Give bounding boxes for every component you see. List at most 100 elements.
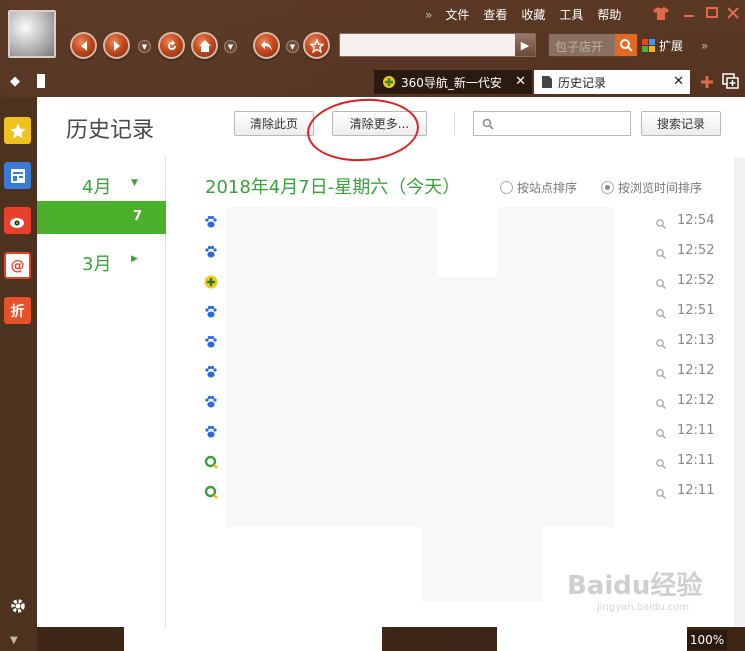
history-search-input[interactable]: [473, 111, 631, 136]
history-row[interactable]: 12:54: [197, 207, 717, 237]
search-icon[interactable]: [655, 245, 667, 259]
favorites-button[interactable]: [303, 32, 330, 59]
extensions-button[interactable]: 扩展 »: [642, 37, 708, 54]
search-icon[interactable]: [655, 455, 667, 469]
360-search-icon: [204, 454, 218, 469]
history-row[interactable]: 12:52: [197, 267, 717, 297]
toolbar-more-chevron-icon[interactable]: »: [701, 39, 708, 53]
home-icon: [198, 39, 211, 52]
weibo-icon[interactable]: [4, 207, 31, 234]
close-window-icon[interactable]: [724, 5, 742, 21]
month-march[interactable]: 3月 ▶: [37, 246, 166, 276]
tab-back-icon[interactable]: ◆: [10, 74, 20, 89]
history-row[interactable]: 12:51: [197, 297, 717, 327]
toolbar-divider: [454, 111, 455, 135]
forward-dropdown-icon[interactable]: ▼: [138, 40, 151, 53]
clear-more-button[interactable]: 清除更多...: [332, 111, 427, 136]
notes-icon[interactable]: [4, 162, 31, 189]
search-icon[interactable]: [655, 275, 667, 289]
history-row[interactable]: 12:11: [197, 447, 717, 477]
menu-item-view[interactable]: 查看: [476, 6, 514, 23]
undo-dropdown-icon[interactable]: ▼: [286, 40, 299, 53]
history-row[interactable]: 12:11: [197, 417, 717, 447]
favorites-star-icon[interactable]: [4, 117, 31, 144]
refresh-button[interactable]: [158, 32, 185, 59]
status-bar: 100%: [37, 627, 745, 651]
search-records-button[interactable]: 搜索记录: [641, 111, 721, 136]
back-button[interactable]: [70, 32, 97, 59]
tab-history[interactable]: 历史记录 ✕: [534, 70, 690, 94]
maximize-icon[interactable]: [703, 5, 721, 21]
watermark-sub: jingyan.baidu.com: [597, 602, 690, 613]
skin-shirt-icon[interactable]: [652, 5, 670, 21]
visit-time: 12:52: [677, 243, 715, 258]
clear-page-button[interactable]: 清除此页: [234, 111, 314, 136]
visit-time: 12:11: [677, 483, 715, 498]
baidu-paw-icon: [204, 304, 218, 318]
search-icon[interactable]: [655, 335, 667, 349]
watermark: Baidu经验 jingyan.baidu.com: [567, 565, 702, 613]
menu-item-help[interactable]: 帮助: [590, 6, 628, 23]
month-list: 4月 ▼ 7 3月 ▶: [37, 157, 166, 627]
baidu-paw-icon: [204, 364, 218, 378]
status-area: [124, 627, 382, 651]
left-sidebar: @ 折 ▼: [0, 97, 37, 651]
history-row[interactable]: 12:11: [197, 477, 717, 507]
home-dropdown-icon[interactable]: ▼: [224, 40, 237, 53]
day-item-7[interactable]: 7: [37, 201, 166, 234]
search-icon[interactable]: [615, 34, 637, 56]
tab-list-icon[interactable]: [722, 73, 740, 93]
visit-time: 12:51: [677, 303, 715, 318]
zoom-level[interactable]: 100%: [687, 630, 727, 650]
menu-item-tools[interactable]: 工具: [552, 6, 590, 23]
search-icon[interactable]: [655, 215, 667, 229]
menu-chevron-icon[interactable]: »: [425, 8, 438, 22]
menu-item-favorites[interactable]: 收藏: [514, 6, 552, 23]
discount-icon[interactable]: 折: [4, 297, 31, 324]
search-icon[interactable]: [655, 485, 667, 499]
history-row[interactable]: 12:12: [197, 387, 717, 417]
history-row[interactable]: 12:52: [197, 237, 717, 267]
search-icon[interactable]: [655, 395, 667, 409]
go-arrow-icon[interactable]: ▶: [515, 34, 535, 56]
month-april[interactable]: 4月 ▼: [37, 169, 166, 199]
redacted-area: [422, 527, 542, 602]
undo-close-button[interactable]: [253, 32, 280, 59]
visit-time: 12:52: [677, 273, 715, 288]
month-label: 4月: [82, 177, 112, 198]
new-tab-plus-icon[interactable]: [700, 74, 714, 93]
360-icon: [383, 76, 395, 88]
sort-by-time-radio[interactable]: 按浏览时间排序: [601, 179, 702, 196]
mail-icon[interactable]: @: [4, 252, 31, 279]
menu-bar: » 文件 查看 收藏 工具 帮助: [425, 6, 628, 23]
chevron-down-icon: ▼: [131, 178, 138, 188]
sort-by-site-radio[interactable]: 按站点排序: [500, 179, 577, 196]
search-icon[interactable]: [655, 305, 667, 319]
history-row[interactable]: 12:12: [197, 357, 717, 387]
history-page: 历史记录 清除此页 清除更多... 搜索记录 4月 ▼ 7 3月 ▶ 2018年…: [37, 95, 745, 627]
360-icon: [204, 274, 218, 289]
radio-dot: [601, 181, 614, 194]
history-row[interactable]: 12:13: [197, 327, 717, 357]
day-label: 7: [132, 209, 142, 224]
minimize-icon[interactable]: [680, 5, 698, 21]
tab-close-icon[interactable]: ✕: [515, 74, 526, 89]
back-arrow-icon: [80, 40, 87, 51]
page-icon: [37, 74, 45, 88]
tab-360-navigation[interactable]: 360导航_新一代安 ✕: [374, 70, 532, 94]
browser-search-input[interactable]: 包子店开: [548, 33, 638, 57]
search-icon[interactable]: [655, 365, 667, 379]
settings-gear-icon[interactable]: [9, 597, 27, 619]
visit-time: 12:12: [677, 363, 715, 378]
scrollbar[interactable]: [734, 157, 745, 627]
tab-close-icon[interactable]: ✕: [673, 74, 684, 89]
forward-button[interactable]: [103, 32, 130, 59]
sidebar-collapse-icon[interactable]: ▼: [10, 635, 18, 646]
home-button[interactable]: [191, 32, 218, 59]
address-bar[interactable]: ▶: [339, 33, 536, 57]
menu-item-file[interactable]: 文件: [438, 6, 476, 23]
search-icon[interactable]: [655, 425, 667, 439]
watermark-text: Baidu经验: [567, 571, 703, 601]
user-avatar[interactable]: [8, 10, 56, 58]
visit-time: 12:11: [677, 423, 715, 438]
